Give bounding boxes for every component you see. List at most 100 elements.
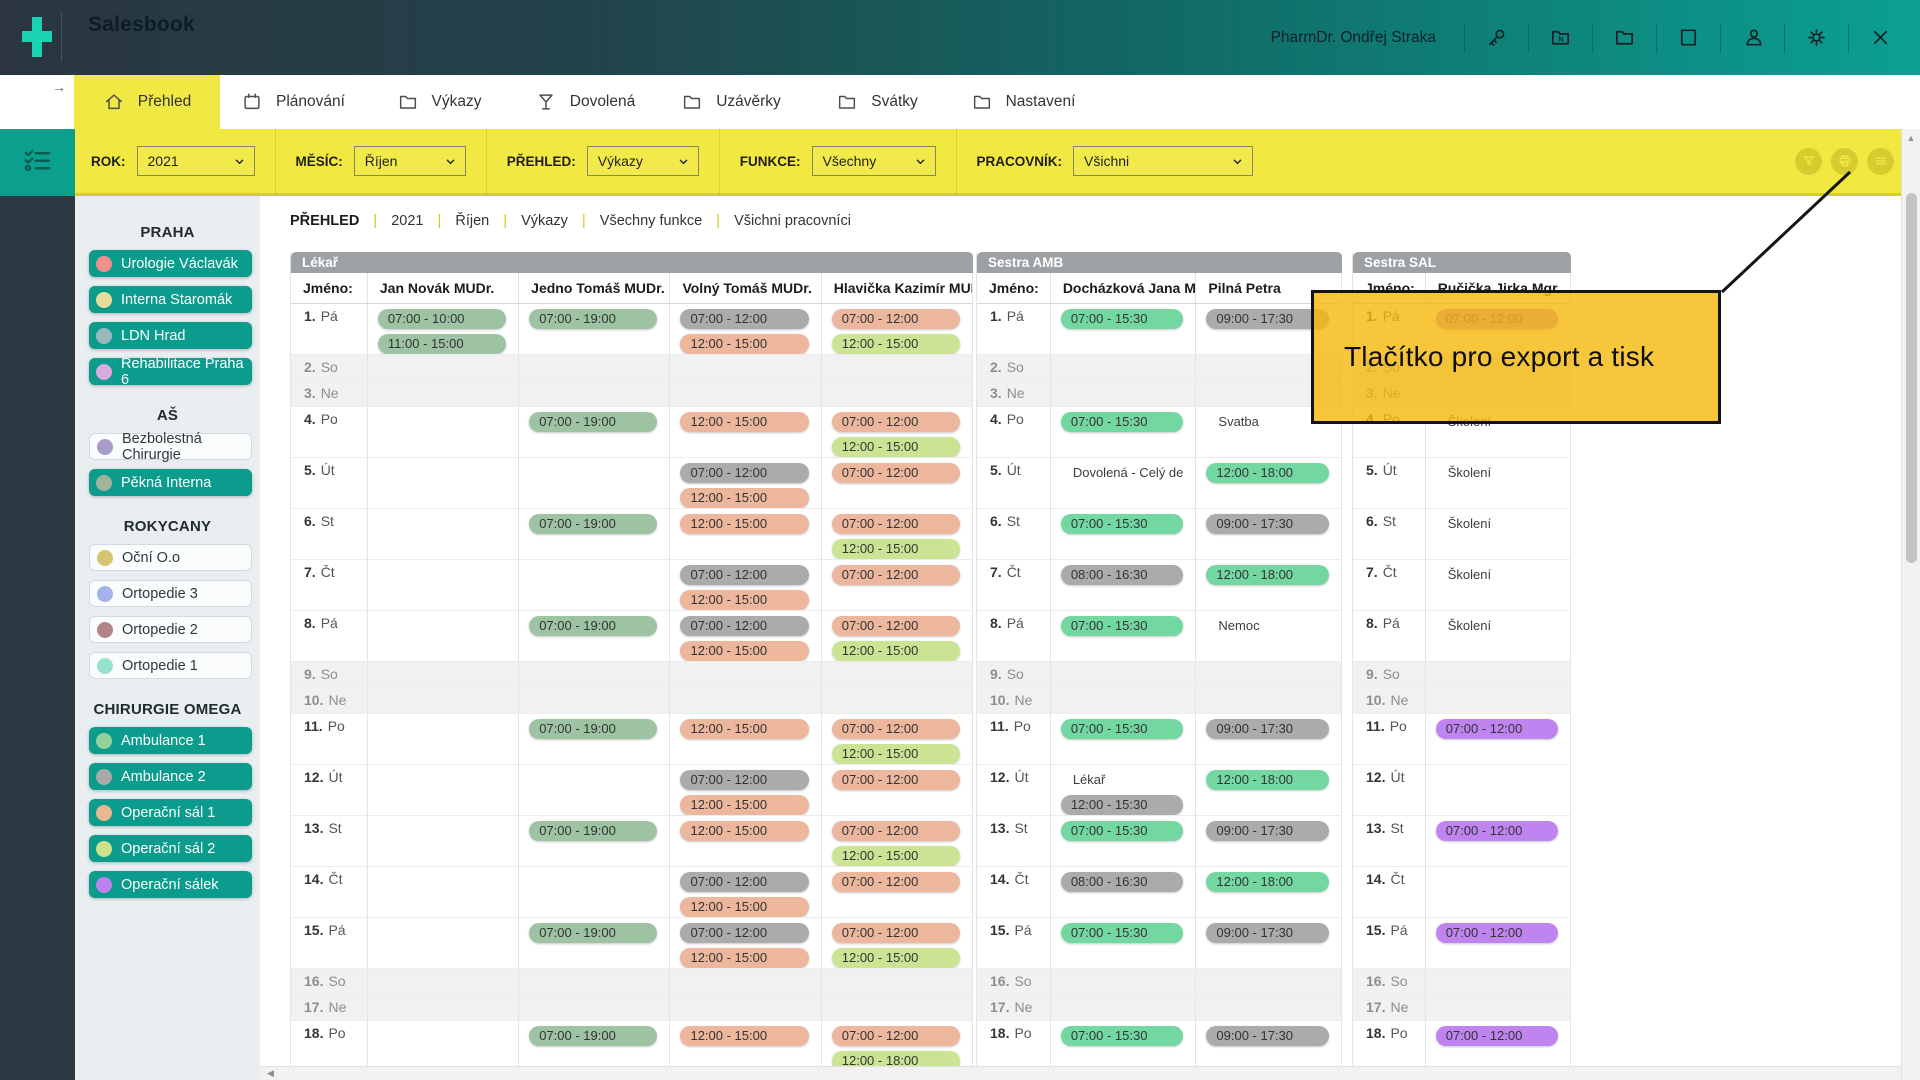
shift-cell[interactable] bbox=[1196, 995, 1342, 1020]
shift-cell[interactable] bbox=[368, 816, 519, 866]
shift-entry[interactable]: 07:00 - 12:00 bbox=[832, 565, 960, 585]
shift-entry[interactable]: 12:00 - 15:00 bbox=[832, 539, 960, 559]
shift-cell[interactable]: 07:00 - 12:0012:00 - 15:00 bbox=[822, 714, 973, 764]
shift-cell[interactable] bbox=[670, 662, 821, 687]
shift-cell[interactable]: 07:00 - 12:00 bbox=[1426, 816, 1571, 866]
shift-cell[interactable]: 07:00 - 12:0012:00 - 15:00 bbox=[670, 867, 821, 917]
shift-entry[interactable]: 07:00 - 15:30 bbox=[1061, 719, 1184, 739]
shift-cell[interactable] bbox=[519, 688, 670, 713]
shift-cell[interactable]: 12:00 - 15:00 bbox=[670, 407, 821, 457]
shift-cell[interactable]: 07:00 - 12:0012:00 - 15:00 bbox=[822, 611, 973, 661]
shift-cell[interactable]: 07:00 - 12:00 bbox=[822, 560, 973, 610]
filter-select-pracovnik[interactable]: Všichni bbox=[1073, 146, 1253, 176]
filter-select-rok[interactable]: 2021 bbox=[137, 146, 255, 176]
shift-entry[interactable]: 07:00 - 12:00 bbox=[680, 309, 808, 329]
shift-cell[interactable] bbox=[822, 355, 973, 380]
shift-entry[interactable]: 07:00 - 15:30 bbox=[1061, 923, 1184, 943]
shift-cell[interactable] bbox=[822, 688, 973, 713]
sidebar-item-ocni-o-o[interactable]: Oční O.o bbox=[89, 544, 252, 571]
shift-entry[interactable]: 07:00 - 12:00 bbox=[832, 514, 960, 534]
shift-cell[interactable]: 07:00 - 12:00 bbox=[822, 765, 973, 815]
tab-svatky[interactable]: Svátky bbox=[804, 75, 950, 129]
shift-cell[interactable]: 07:00 - 12:00 bbox=[1426, 714, 1571, 764]
shift-cell[interactable] bbox=[368, 355, 519, 380]
shift-cell[interactable] bbox=[822, 381, 973, 406]
shift-cell[interactable] bbox=[368, 662, 519, 687]
shift-cell[interactable]: 07:00 - 12:0012:00 - 15:00 bbox=[670, 560, 821, 610]
shift-entry[interactable]: 12:00 - 15:00 bbox=[680, 488, 808, 508]
shift-cell[interactable]: 07:00 - 12:0012:00 - 15:00 bbox=[822, 918, 973, 968]
shift-cell[interactable] bbox=[1051, 969, 1197, 994]
shift-entry[interactable]: 12:00 - 15:00 bbox=[680, 821, 808, 841]
shift-entry[interactable]: 07:00 - 15:30 bbox=[1061, 412, 1184, 432]
shift-cell[interactable] bbox=[368, 1021, 519, 1071]
shift-cell[interactable]: 12:00 - 15:00 bbox=[670, 714, 821, 764]
shift-cell[interactable] bbox=[1426, 969, 1571, 994]
shift-entry[interactable]: 12:00 - 15:00 bbox=[832, 846, 960, 866]
shift-cell[interactable]: 07:00 - 12:0012:00 - 15:00 bbox=[670, 765, 821, 815]
shift-cell[interactable]: 12:00 - 15:00 bbox=[670, 509, 821, 559]
shift-entry[interactable]: 09:00 - 17:30 bbox=[1206, 821, 1329, 841]
sidebar-item-bezbolestna-chirurgie[interactable]: Bezbolestná Chirurgie bbox=[89, 433, 252, 460]
shift-cell[interactable] bbox=[1051, 662, 1197, 687]
sidebar-item-interna-staromak[interactable]: Interna Staromák bbox=[89, 286, 252, 313]
shift-cell[interactable] bbox=[1426, 867, 1571, 917]
shift-entry[interactable]: 07:00 - 12:00 bbox=[680, 463, 808, 483]
horizontal-scrollbar[interactable]: ◀ bbox=[260, 1066, 1901, 1080]
shift-cell[interactable]: 09:00 - 17:30 bbox=[1196, 918, 1342, 968]
collapse-arrow-icon[interactable]: → bbox=[52, 79, 66, 95]
shift-cell[interactable]: 07:00 - 12:00 12:00 - 15:00 bbox=[822, 407, 973, 457]
sidebar-item-operacni-sal-1[interactable]: Operační sál 1 bbox=[89, 799, 252, 826]
shift-cell[interactable]: 12:00 - 18:00 bbox=[1196, 560, 1342, 610]
shift-entry[interactable]: 12:00 - 15:00 bbox=[680, 795, 808, 815]
shift-cell[interactable] bbox=[519, 458, 670, 508]
shift-entry[interactable]: 07:00 - 19:00 bbox=[529, 309, 657, 329]
absence-entry[interactable]: Školení bbox=[1444, 463, 1558, 483]
shift-entry[interactable]: 12:00 - 18:00 bbox=[1206, 565, 1329, 585]
stop-square-icon[interactable] bbox=[1677, 26, 1700, 49]
absence-entry[interactable]: Nemoc bbox=[1214, 616, 1329, 636]
shift-entry[interactable]: 12:00 - 18:00 bbox=[1206, 463, 1329, 483]
shift-cell[interactable]: 07:00 - 12:00 bbox=[1426, 1021, 1571, 1071]
shift-cell[interactable]: 07:00 - 19:00 bbox=[519, 304, 670, 354]
shift-cell[interactable] bbox=[670, 688, 821, 713]
sidebar-toggle-button[interactable] bbox=[0, 129, 75, 196]
shift-cell[interactable]: 07:00 - 19:00 bbox=[519, 816, 670, 866]
shift-cell[interactable] bbox=[822, 969, 973, 994]
shift-cell[interactable] bbox=[1196, 688, 1342, 713]
shift-cell[interactable] bbox=[1051, 381, 1197, 406]
shift-cell[interactable] bbox=[368, 688, 519, 713]
shift-cell[interactable]: 07:00 - 12:0012:00 - 15:00 bbox=[822, 304, 973, 354]
shift-entry[interactable]: 12:00 - 15:00 bbox=[832, 437, 960, 457]
filter-select-funkce[interactable]: Všechny bbox=[812, 146, 936, 176]
shift-cell[interactable]: 07:00 - 15:30 bbox=[1051, 714, 1197, 764]
shift-cell[interactable]: 07:00 - 12:00 bbox=[822, 867, 973, 917]
shift-cell[interactable] bbox=[1196, 969, 1342, 994]
shift-cell[interactable] bbox=[368, 381, 519, 406]
shift-entry[interactable]: 12:00 - 15:00 bbox=[832, 641, 960, 661]
filter-select-prehled[interactable]: Výkazy bbox=[587, 146, 699, 176]
shift-cell[interactable]: 07:00 - 19:00 bbox=[519, 509, 670, 559]
shift-entry[interactable]: 07:00 - 12:00 bbox=[832, 463, 960, 483]
shift-entry[interactable]: 07:00 - 12:00 bbox=[1436, 821, 1558, 841]
shift-entry[interactable]: 07:00 - 12:00 bbox=[832, 412, 960, 432]
close-icon[interactable] bbox=[1869, 26, 1892, 49]
shift-cell[interactable] bbox=[822, 995, 973, 1020]
shift-entry[interactable]: 12:00 - 15:00 bbox=[832, 948, 960, 968]
shift-entry[interactable]: 07:00 - 15:30 bbox=[1061, 616, 1184, 636]
shift-cell[interactable]: 12:00 - 18:00 bbox=[1196, 867, 1342, 917]
shift-cell[interactable]: 07:00 - 15:30 bbox=[1051, 304, 1197, 354]
sidebar-item-ortopedie-1[interactable]: Ortopedie 1 bbox=[89, 652, 252, 679]
shift-entry[interactable]: 12:00 - 18:00 bbox=[1206, 872, 1329, 892]
scroll-up-arrow-icon[interactable]: ▲ bbox=[1902, 133, 1920, 143]
shift-entry[interactable]: 07:00 - 12:00 bbox=[832, 1026, 960, 1046]
folder-icon[interactable] bbox=[1613, 26, 1636, 49]
folder-n-icon[interactable]: N bbox=[1549, 26, 1572, 49]
shift-cell[interactable] bbox=[368, 458, 519, 508]
scroll-left-arrow-icon[interactable]: ◀ bbox=[267, 1068, 274, 1079]
shift-entry[interactable]: 07:00 - 12:00 bbox=[832, 770, 960, 790]
shift-cell[interactable]: 07:00 - 12:0012:00 - 18:00 bbox=[822, 1021, 973, 1071]
sidebar-item-operacni-salek[interactable]: Operační sálek bbox=[89, 871, 252, 898]
shift-cell[interactable]: 07:00 - 12:00 12:00 - 15:00 bbox=[670, 458, 821, 508]
shift-cell[interactable]: Školení bbox=[1426, 509, 1571, 559]
